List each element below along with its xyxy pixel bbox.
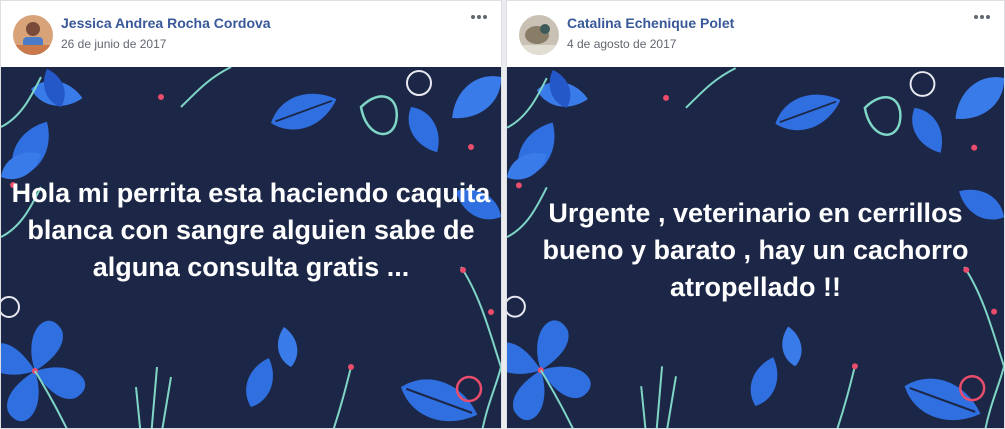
post-text: Hola mi perrita esta haciendo caquita bl…	[11, 178, 491, 282]
post-date-link[interactable]: 4 de agosto de 2017	[567, 37, 676, 51]
post-card: Jessica Andrea Rocha Cordova 26 de junio…	[0, 0, 502, 429]
avatar-photo-icon	[13, 15, 53, 55]
post-image-background[interactable]: Hola mi perrita esta haciendo caquita bl…	[1, 67, 501, 428]
post-header: Catalina Echenique Polet 4 de agosto de …	[507, 1, 1004, 67]
author-name-link[interactable]: Catalina Echenique Polet	[567, 15, 734, 31]
post-header: Jessica Andrea Rocha Cordova 26 de junio…	[1, 1, 501, 67]
author-name-link[interactable]: Jessica Andrea Rocha Cordova	[61, 15, 271, 31]
post-text: Urgente , veterinario en cerrillos bueno…	[542, 198, 969, 302]
post-date-link[interactable]: 26 de junio de 2017	[61, 37, 166, 51]
post-card: Catalina Echenique Polet 4 de agosto de …	[506, 0, 1005, 429]
more-horizontal-icon[interactable]	[469, 11, 489, 23]
avatar[interactable]	[519, 15, 559, 55]
post-image-background[interactable]: Urgente , veterinario en cerrillos bueno…	[507, 67, 1004, 428]
more-horizontal-icon[interactable]	[972, 11, 992, 23]
avatar[interactable]	[13, 15, 53, 55]
avatar-photo-icon	[519, 15, 559, 55]
